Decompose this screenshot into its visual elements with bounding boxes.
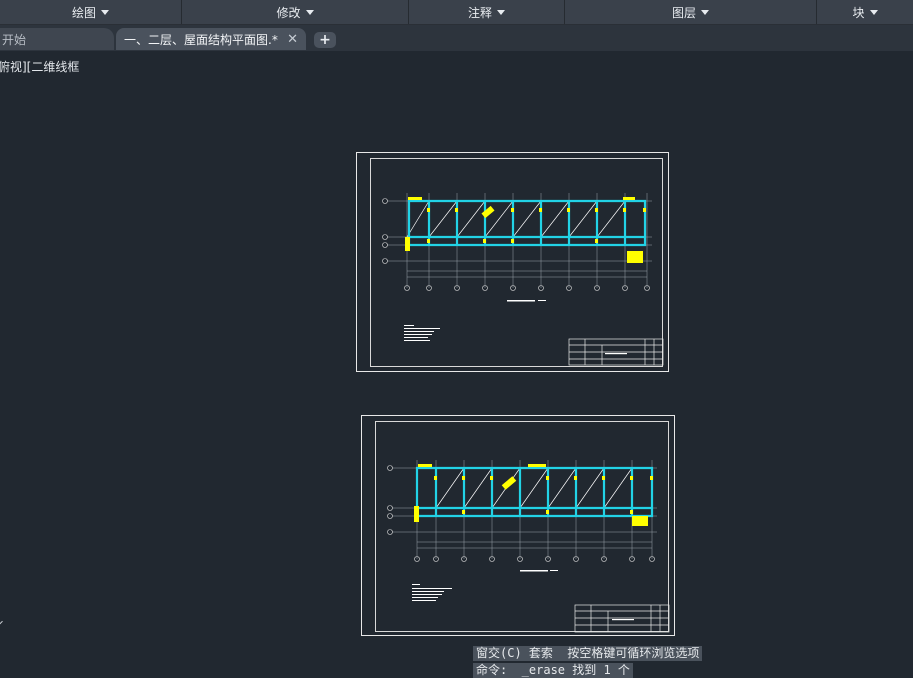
command-history-line: 命令: _erase 找到 1 个 bbox=[473, 663, 633, 678]
menu-block-label: 块 bbox=[852, 5, 865, 20]
menu-block[interactable]: 块 bbox=[817, 0, 913, 24]
menu-modify[interactable]: 修改 bbox=[182, 0, 409, 24]
menu-draw[interactable]: 绘图 bbox=[0, 0, 182, 24]
command-prompt-line: 窗交(C) 套索 按空格键可循环浏览选项 bbox=[473, 646, 703, 661]
close-icon[interactable]: ✕ bbox=[287, 32, 298, 47]
menu-annotate-label: 注释 bbox=[467, 5, 492, 20]
menu-layers-label: 图层 bbox=[671, 5, 696, 20]
tab-start-label: 开始 bbox=[2, 32, 27, 47]
menu-layers[interactable]: 图层 bbox=[565, 0, 817, 24]
ribbon-panel-bar: 绘图 修改 注释 图层 块 bbox=[0, 0, 913, 25]
chevron-down-icon bbox=[101, 10, 109, 15]
chevron-down-icon bbox=[305, 10, 314, 15]
tab-active-label: 一、二层、屋面结构平面图.* bbox=[124, 32, 278, 47]
floor-plan-2 bbox=[387, 460, 670, 633]
drawing-sheet-1[interactable] bbox=[356, 152, 669, 372]
chevron-down-icon bbox=[869, 10, 878, 15]
floor-plan-1 bbox=[382, 193, 664, 366]
menu-annotate[interactable]: 注释 bbox=[409, 0, 565, 24]
tab-active-drawing[interactable]: 一、二层、屋面结构平面图.* ✕ bbox=[116, 28, 306, 50]
file-tab-bar: 开始 一、二层、屋面结构平面图.* ✕ + bbox=[0, 25, 913, 51]
menu-draw-label: 绘图 bbox=[71, 5, 96, 20]
ucs-marker bbox=[0, 620, 6, 628]
chevron-down-icon bbox=[497, 10, 505, 15]
viewport-controls-label[interactable]: 俯视][二维线框 bbox=[0, 58, 79, 75]
drawing-sheet-2[interactable] bbox=[361, 415, 675, 636]
tab-start[interactable]: 开始 bbox=[0, 28, 114, 50]
plus-icon: + bbox=[319, 32, 331, 48]
chevron-down-icon bbox=[701, 10, 709, 15]
menu-modify-label: 修改 bbox=[276, 5, 301, 20]
new-tab-button[interactable]: + bbox=[314, 32, 336, 48]
